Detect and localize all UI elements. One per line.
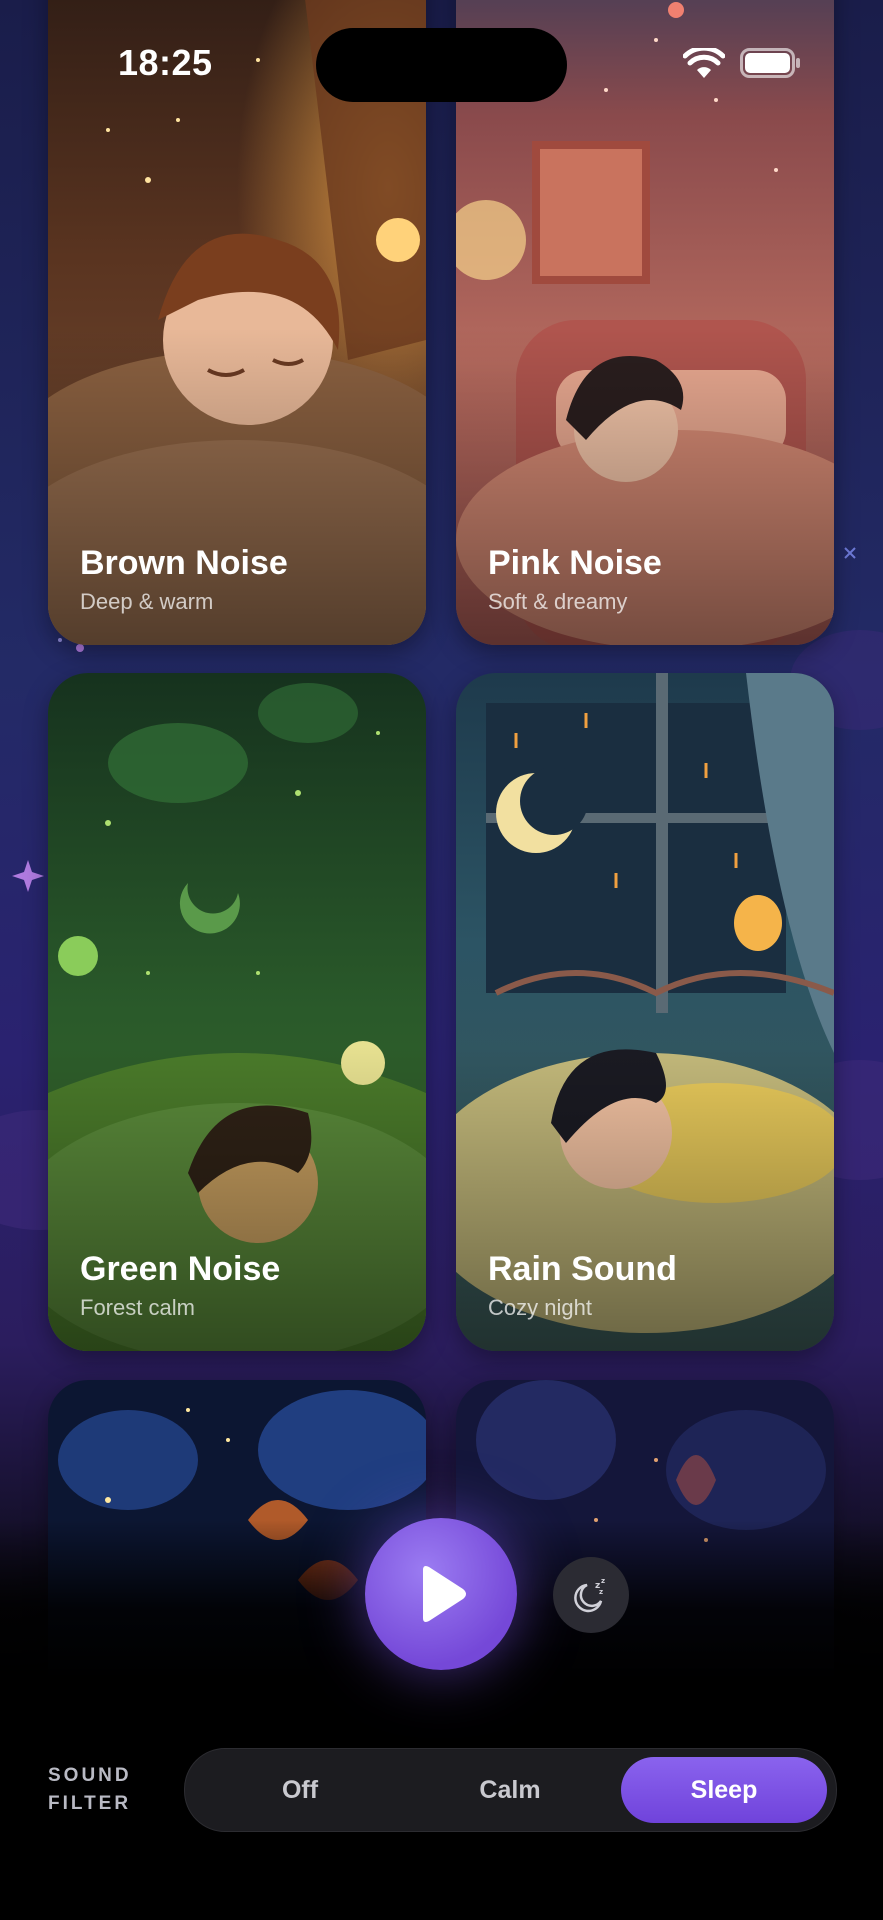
sound-filter-label-line2: FILTER [48,1793,132,1814]
battery-icon [740,48,800,78]
play-icon [423,1566,466,1622]
moon-zzz-icon: z z z [574,1577,605,1613]
sound-card-rain-sound[interactable]: Rain Sound Cozy night [456,673,834,1351]
sound-title: Green Noise [80,1250,281,1288]
filter-option-sleep[interactable]: Sleep [621,1757,827,1823]
sound-subtitle: Deep & warm [80,589,214,614]
svg-text:z: z [599,1588,603,1596]
sound-title: Brown Noise [80,544,288,582]
svg-text:z: z [601,1577,605,1585]
sound-title: Rain Sound [488,1250,677,1288]
sound-title: Pink Noise [488,544,662,582]
sound-subtitle: Soft & dreamy [488,589,628,614]
sound-subtitle: Forest calm [80,1295,195,1320]
filter-option-off[interactable]: Off [197,1757,403,1823]
sound-filter-label-line1: SOUND [48,1765,132,1786]
sound-card-green-noise[interactable]: Green Noise Forest calm [48,673,426,1351]
status-time: 18:25 [118,42,213,83]
wifi-icon [683,48,725,78]
filter-option-calm[interactable]: Calm [407,1757,613,1823]
status-bar: 18:25 [0,0,883,130]
sound-filter-label: SOUND FILTER [48,1762,132,1818]
play-button[interactable] [365,1518,517,1670]
sound-filter-segmented-control: Off Calm Sleep [184,1748,837,1832]
sleep-timer-button[interactable]: z z z [553,1557,629,1633]
sound-subtitle: Cozy night [488,1295,592,1320]
dynamic-island [316,28,567,102]
